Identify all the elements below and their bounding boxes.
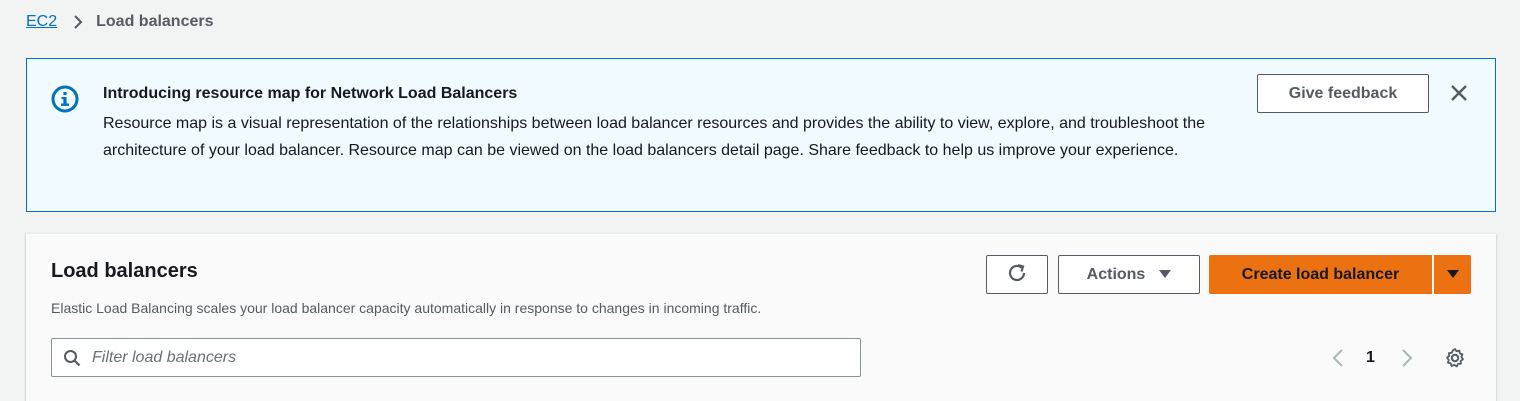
search-icon (63, 349, 81, 367)
previous-page-icon[interactable] (1326, 346, 1350, 370)
info-flashbar: Introducing resource map for Network Loa… (26, 58, 1496, 212)
current-page-number[interactable]: 1 (1366, 349, 1375, 367)
panel-description: Elastic Load Balancing scales your load … (51, 300, 762, 316)
caret-down-icon (1446, 266, 1459, 284)
flash-body: Resource map is a visual representation … (103, 115, 1205, 159)
gear-icon[interactable] (1444, 347, 1466, 369)
create-load-balancer-button[interactable]: Create load balancer (1209, 255, 1432, 294)
caret-down-icon (1159, 266, 1172, 284)
create-dropdown-button[interactable] (1434, 255, 1471, 294)
actions-label: Actions (1086, 265, 1146, 283)
info-icon (51, 85, 79, 113)
breadcrumb: EC2 Load balancers (26, 13, 214, 31)
next-page-icon[interactable] (1395, 346, 1419, 370)
pagination: 1 (1326, 346, 1419, 370)
give-feedback-button[interactable]: Give feedback (1257, 74, 1429, 113)
breadcrumb-ec2-link[interactable]: EC2 (26, 13, 57, 31)
close-icon[interactable] (1447, 81, 1471, 105)
filter-load-balancers-input[interactable] (92, 339, 852, 376)
load-balancers-panel: Load balancers Elastic Load Balancing sc… (26, 233, 1496, 401)
flash-title: Introducing resource map for Network Loa… (103, 85, 518, 102)
refresh-icon (1006, 262, 1028, 287)
chevron-right-icon (73, 14, 83, 30)
actions-button[interactable]: Actions (1058, 255, 1200, 294)
refresh-button[interactable] (986, 255, 1048, 294)
filter-search-box (51, 338, 861, 377)
breadcrumb-current: Load balancers (96, 13, 214, 30)
panel-heading: Load balancers (51, 260, 198, 282)
